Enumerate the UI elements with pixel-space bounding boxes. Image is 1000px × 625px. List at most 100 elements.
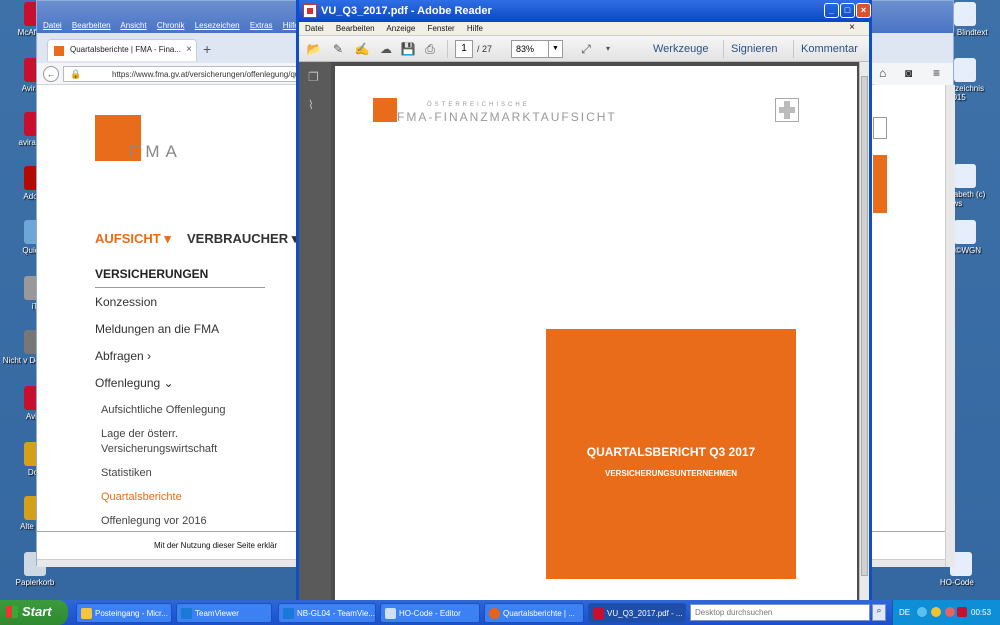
- desktop-icon-blindtext[interactable]: m Blindtext: [948, 2, 1000, 37]
- menu-lesezeichen[interactable]: Lesezeichen: [195, 21, 240, 30]
- back-arrow-icon[interactable]: ←: [43, 66, 59, 82]
- hamburger-menu-icon[interactable]: ≡: [933, 66, 940, 80]
- document-icon: [954, 2, 976, 26]
- reader-menu-fenster[interactable]: Fenster: [428, 24, 455, 33]
- clock[interactable]: 00:53: [971, 608, 991, 617]
- page-number-input[interactable]: 1: [455, 40, 473, 58]
- teamviewer-icon: [181, 608, 192, 619]
- pdf-title: QUARTALSBERICHT Q3 2017: [586, 445, 756, 459]
- sign-link[interactable]: Signieren: [731, 43, 777, 55]
- toolbar-overflow-icon[interactable]: ▾: [599, 40, 617, 58]
- minimize-icon[interactable]: _: [824, 3, 839, 18]
- search-icon[interactable]: ⌕: [872, 604, 886, 621]
- chevron-down-icon[interactable]: ▼: [548, 41, 562, 57]
- side-item-meldungen[interactable]: Meldungen an die FMA: [95, 322, 219, 336]
- tools-link[interactable]: Werkzeuge: [653, 43, 708, 55]
- desktop-icon-verzeichnis[interactable]: erzeichnis 2015: [948, 58, 1000, 102]
- menu-datei[interactable]: Datei: [43, 21, 62, 30]
- desktop-search-input[interactable]: Desktop durchsuchen: [690, 604, 870, 621]
- scrollbar-thumb[interactable]: [861, 76, 868, 576]
- pdf-subtitle: VERSICHERUNGSUNTERNEHMEN: [604, 469, 737, 478]
- pocket-icon[interactable]: ◙: [905, 66, 912, 80]
- sub-item-aufsichtliche[interactable]: Aufsichtliche Offenlegung: [101, 403, 261, 418]
- task-ho-code-editor[interactable]: HO-Code - Editor: [380, 603, 480, 623]
- reader-vertical-scrollbar[interactable]: [859, 62, 869, 600]
- language-indicator[interactable]: DE: [899, 608, 910, 617]
- austrian-crest-icon: [775, 98, 799, 122]
- page-thumbnails-icon[interactable]: ❐: [308, 70, 322, 84]
- print-icon[interactable]: ⎙: [421, 40, 439, 58]
- fma-pdf-logo: [373, 98, 397, 122]
- tray-app-icon[interactable]: [931, 607, 941, 617]
- document-icon: [954, 164, 976, 188]
- browser-tab-title: Quartalsberichte | FMA - Fina...: [70, 45, 182, 54]
- zoom-select[interactable]: 83% ▼: [511, 40, 563, 58]
- menu-chronik[interactable]: Chronik: [157, 21, 185, 30]
- adobe-reader-window[interactable]: VU_Q3_2017.pdf - Adobe Reader _ □ × Date…: [296, 0, 872, 600]
- desktop-icon-wgn[interactable]: E.©WGN: [948, 220, 1000, 255]
- task-firefox-quartalsberichte[interactable]: Quartalsberichte | ...: [484, 603, 584, 623]
- reader-menu-bearbeiten[interactable]: Bearbeiten: [336, 24, 375, 33]
- sub-item-offenlegung-vor-2016[interactable]: Offenlegung vor 2016: [101, 514, 261, 529]
- side-item-offenlegung[interactable]: Offenlegung ⌄: [95, 376, 174, 390]
- lock-icon[interactable]: 🔒: [70, 69, 81, 80]
- network-icon[interactable]: [917, 607, 927, 617]
- close-tab-icon[interactable]: ×: [186, 44, 192, 55]
- fit-page-icon[interactable]: ⤢: [577, 40, 595, 58]
- reader-toolbar: 📂 ✎ ✍ ☁ 💾 ⎙ 1 / 27 83% ▼ ⤢ ▾ Werkzeuge Si…: [299, 36, 869, 62]
- adobe-reader-icon: [593, 608, 604, 619]
- menu-extras[interactable]: Extras: [250, 21, 273, 30]
- antivirus-icon[interactable]: [945, 607, 955, 617]
- save-icon[interactable]: 💾: [399, 40, 417, 58]
- close-document-icon[interactable]: ×: [849, 22, 855, 33]
- task-teamviewer[interactable]: TeamViewer: [176, 603, 272, 623]
- pdf-header-main: FMA-FINANZMARKTAUFSICHT: [397, 110, 617, 124]
- reader-menu-anzeige[interactable]: Anzeige: [386, 24, 415, 33]
- reader-titlebar[interactable]: VU_Q3_2017.pdf - Adobe Reader _ □ ×: [299, 0, 871, 22]
- task-nb-gl04[interactable]: NB-GL04 - TeamVie...: [278, 603, 376, 623]
- comment-link[interactable]: Kommentar: [801, 43, 858, 55]
- nav-aufsicht[interactable]: AUFSICHT ▾: [95, 231, 171, 247]
- reader-menu-hilfe[interactable]: Hilfe: [467, 24, 483, 33]
- sub-item-statistiken[interactable]: Statistiken: [101, 466, 261, 481]
- system-tray: DE 00:53: [892, 600, 1000, 625]
- start-button[interactable]: Start: [0, 600, 68, 625]
- section-title: VERSICHERUNGEN: [95, 267, 265, 288]
- avira-tray-icon[interactable]: [957, 607, 967, 617]
- task-adobe-reader[interactable]: VU_Q3_2017.pdf - ...: [588, 603, 686, 623]
- search-box-peek[interactable]: [873, 117, 887, 139]
- reader-menu-datei[interactable]: Datei: [305, 24, 324, 33]
- sub-item-lage[interactable]: Lage der österr. Versicherungswirtschaft: [101, 427, 261, 457]
- side-item-abfragen[interactable]: Abfragen ›: [95, 349, 151, 363]
- open-icon[interactable]: 📂: [305, 40, 323, 58]
- vertical-scrollbar[interactable]: [945, 85, 955, 567]
- menu-bearbeiten[interactable]: Bearbeiten: [72, 21, 111, 30]
- nav-verbraucher[interactable]: VERBRAUCHER ▾: [187, 231, 298, 247]
- windows-flag-icon: [6, 606, 18, 618]
- url-text: https://www.fma.gv.at/versicherungen/off…: [112, 70, 300, 79]
- notepad-icon: [385, 608, 396, 619]
- cloud-upload-icon[interactable]: ☁: [377, 40, 395, 58]
- close-icon[interactable]: ×: [856, 3, 871, 18]
- browser-tab[interactable]: Quartalsberichte | FMA - Fina... ×: [47, 39, 197, 61]
- document-area[interactable]: ÖSTERREICHISCHE FMA-FINANZMARKTAUFSICHT …: [331, 62, 859, 600]
- create-pdf-icon[interactable]: ✎: [329, 40, 347, 58]
- menu-ansicht[interactable]: Ansicht: [120, 21, 146, 30]
- pdf-icon: [303, 4, 317, 18]
- chevron-right-icon: ›: [147, 349, 152, 363]
- desktop-icon-elisabeth[interactable]: isabeth (c) ows: [948, 164, 1000, 208]
- task-posteingang[interactable]: Posteingang - Micr...: [76, 603, 172, 623]
- url-bar[interactable]: 🔒 https://www.fma.gv.at/versicherungen/o…: [63, 66, 321, 82]
- edit-icon[interactable]: ✍: [353, 40, 371, 58]
- new-tab-icon[interactable]: +: [203, 41, 211, 57]
- side-item-konzession[interactable]: Konzession: [95, 295, 157, 309]
- sub-item-quartalsberichte[interactable]: Quartalsberichte: [101, 490, 261, 505]
- page-total: / 27: [477, 44, 493, 54]
- maximize-icon[interactable]: □: [840, 3, 855, 18]
- pdf-header-small: ÖSTERREICHISCHE: [427, 102, 530, 108]
- pdf-title-block: QUARTALSBERICHT Q3 2017 VERSICHERUNGSUNT…: [546, 329, 796, 579]
- orange-banner-peek: [873, 155, 887, 213]
- attachments-icon[interactable]: ⌇: [308, 98, 322, 112]
- home-icon[interactable]: ⌂: [879, 66, 886, 80]
- document-icon: [954, 58, 976, 82]
